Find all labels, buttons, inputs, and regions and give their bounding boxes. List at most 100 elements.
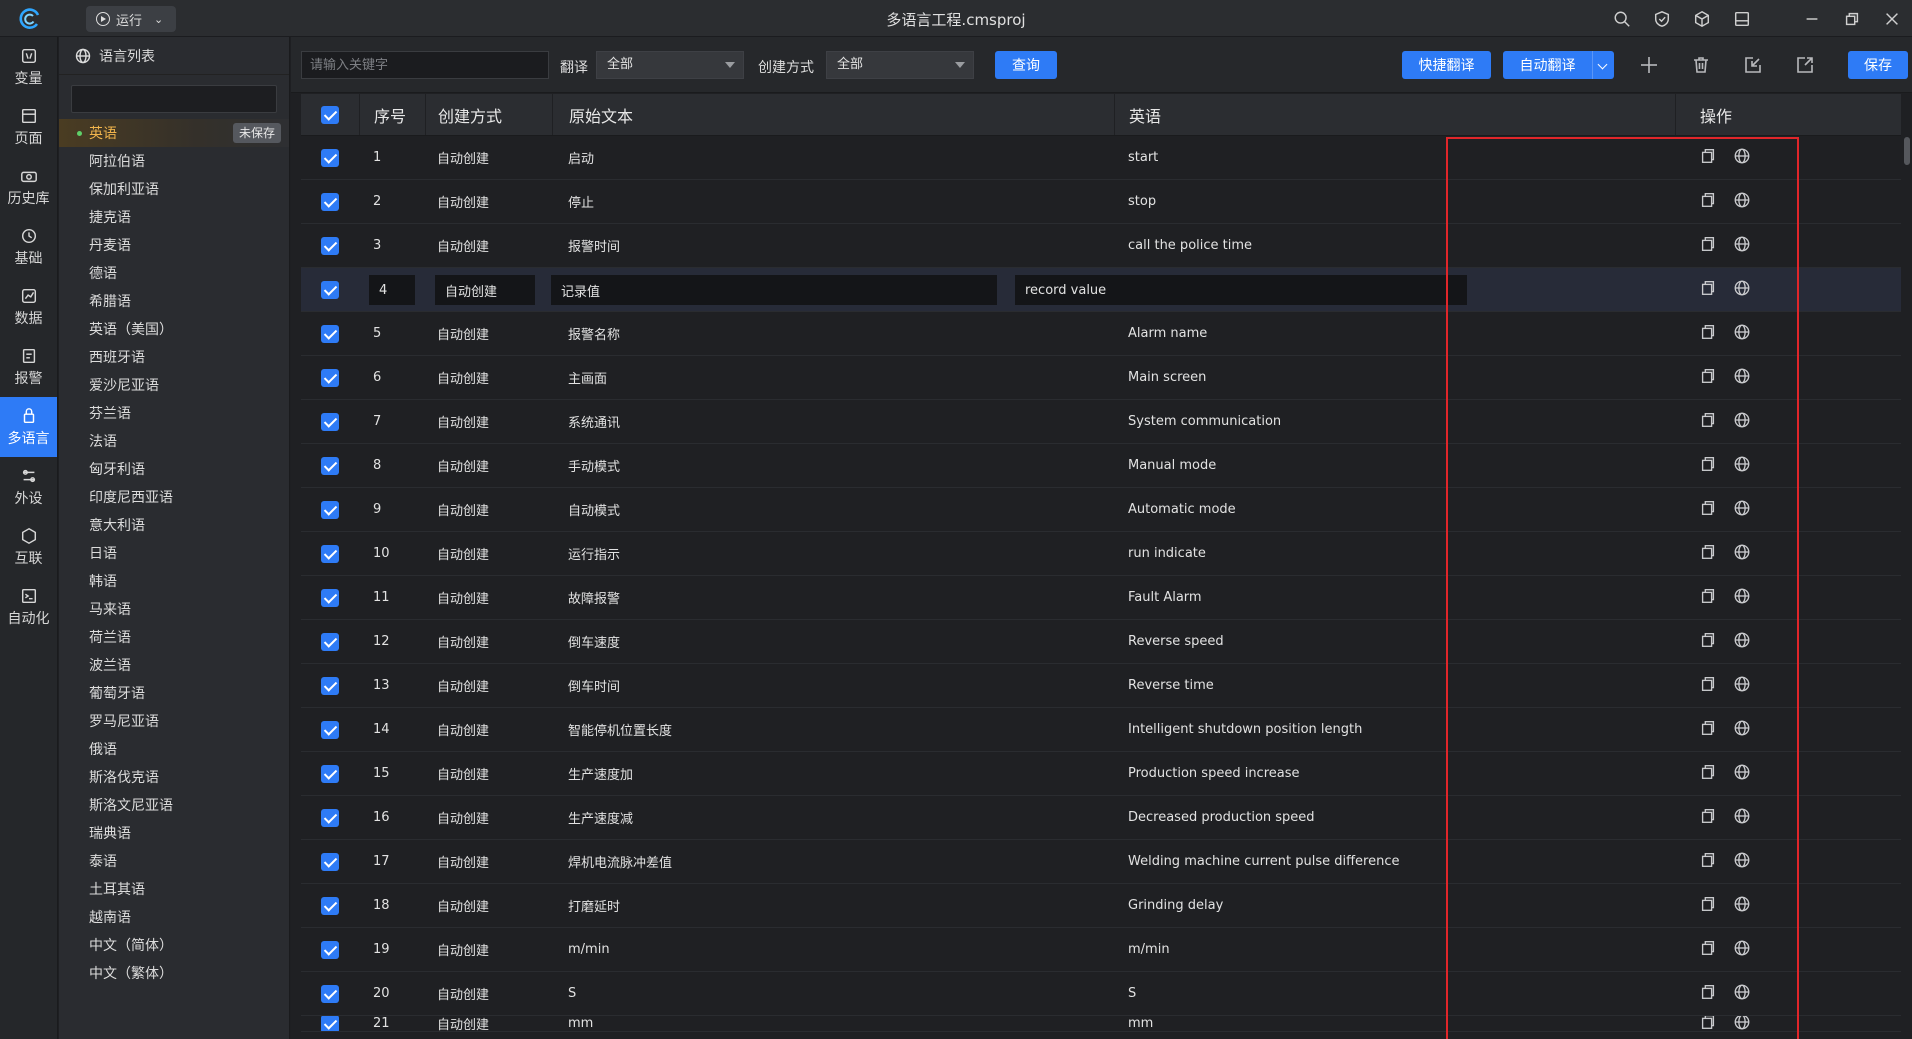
row-english-text[interactable]: Main screen	[1114, 356, 1675, 399]
header-source-text[interactable]: 原始文本	[552, 94, 1114, 135]
language-item[interactable]: 英语（美国）	[59, 315, 289, 343]
row-english-text[interactable]: Alarm name	[1114, 312, 1675, 355]
table-row[interactable]: 3 自动创建 报警时间 call the police time	[301, 224, 1901, 268]
globe-translate-icon[interactable]	[1733, 279, 1751, 301]
row-english-text[interactable]: Welding machine current pulse difference	[1114, 840, 1675, 883]
row-checkbox[interactable]	[301, 972, 359, 1015]
table-row[interactable]: 16 自动创建 生产速度减 Decreased production speed	[301, 796, 1901, 840]
language-item[interactable]: 保加利亚语	[59, 175, 289, 203]
rail-item-5[interactable]: 报警	[0, 337, 57, 397]
row-english-text[interactable]: m/min	[1114, 928, 1675, 971]
minimize-icon[interactable]	[1792, 0, 1832, 37]
row-checkbox[interactable]	[301, 444, 359, 487]
layout-icon[interactable]	[1722, 0, 1762, 37]
run-button[interactable]: 运行 ⌄	[86, 6, 176, 32]
language-item[interactable]: 爱沙尼亚语	[59, 371, 289, 399]
copy-icon[interactable]	[1699, 411, 1717, 433]
table-row[interactable]: 10 自动创建 运行指示 run indicate	[301, 532, 1901, 576]
table-row[interactable]: 20 自动创建 S S	[301, 972, 1901, 1016]
language-item[interactable]: 德语	[59, 259, 289, 287]
language-item[interactable]: 泰语	[59, 847, 289, 875]
row-checkbox[interactable]	[301, 796, 359, 839]
copy-icon[interactable]	[1699, 675, 1717, 697]
table-row[interactable]: 2 自动创建 停止 stop	[301, 180, 1901, 224]
row-source-text[interactable]: 主画面	[552, 356, 1114, 399]
language-item[interactable]: 土耳其语	[59, 875, 289, 903]
rail-item-2[interactable]: 历史库	[0, 157, 57, 217]
language-item[interactable]: 斯洛文尼亚语	[59, 791, 289, 819]
copy-icon[interactable]	[1699, 455, 1717, 477]
copy-icon[interactable]	[1699, 279, 1717, 301]
vertical-scrollbar[interactable]	[1904, 137, 1910, 165]
table-row[interactable]: 18 自动创建 打磨延时 Grinding delay	[301, 884, 1901, 928]
globe-translate-icon[interactable]	[1733, 631, 1751, 653]
row-checkbox[interactable]	[301, 576, 359, 619]
language-item[interactable]: 芬兰语	[59, 399, 289, 427]
language-item[interactable]: 希腊语	[59, 287, 289, 315]
language-item[interactable]: 印度尼西亚语	[59, 483, 289, 511]
auto-translate-button[interactable]: 自动翻译	[1503, 51, 1592, 79]
globe-translate-icon[interactable]	[1733, 147, 1751, 169]
copy-icon[interactable]	[1699, 631, 1717, 653]
language-item[interactable]: 英语 未保存	[59, 119, 289, 147]
rail-item-6[interactable]: 多语言	[0, 397, 57, 457]
language-item[interactable]: 瑞典语	[59, 819, 289, 847]
copy-icon[interactable]	[1699, 191, 1717, 213]
table-row[interactable]: 4 自动创建 记录值 record value	[301, 268, 1901, 312]
globe-translate-icon[interactable]	[1733, 455, 1751, 477]
globe-translate-icon[interactable]	[1733, 983, 1751, 1005]
row-source-text[interactable]: 启动	[552, 136, 1114, 179]
table-row[interactable]: 21 自动创建 mm mm	[301, 1016, 1901, 1032]
globe-translate-icon[interactable]	[1733, 851, 1751, 873]
shield-icon[interactable]	[1642, 0, 1682, 37]
row-checkbox[interactable]	[301, 928, 359, 971]
globe-translate-icon[interactable]	[1733, 675, 1751, 697]
table-row[interactable]: 6 自动创建 主画面 Main screen	[301, 356, 1901, 400]
row-checkbox[interactable]	[301, 312, 359, 355]
table-row[interactable]: 12 自动创建 倒车速度 Reverse speed	[301, 620, 1901, 664]
row-source-text[interactable]: 焊机电流脉冲差值	[552, 840, 1114, 883]
restore-icon[interactable]	[1832, 0, 1872, 37]
language-item[interactable]: 西班牙语	[59, 343, 289, 371]
row-checkbox[interactable]	[301, 532, 359, 575]
copy-icon[interactable]	[1699, 323, 1717, 345]
row-checkbox[interactable]	[301, 884, 359, 927]
language-item[interactable]: 丹麦语	[59, 231, 289, 259]
row-mode-field[interactable]: 自动创建	[435, 275, 535, 305]
language-item[interactable]: 日语	[59, 539, 289, 567]
globe-translate-icon[interactable]	[1733, 807, 1751, 829]
row-english-field[interactable]: record value	[1015, 275, 1467, 305]
language-item[interactable]: 法语	[59, 427, 289, 455]
rail-item-9[interactable]: 自动化	[0, 577, 57, 637]
language-item[interactable]: 韩语	[59, 567, 289, 595]
row-source-text[interactable]: 智能停机位置长度	[552, 708, 1114, 751]
copy-icon[interactable]	[1699, 543, 1717, 565]
table-row[interactable]: 19 自动创建 m/min m/min	[301, 928, 1901, 972]
globe-translate-icon[interactable]	[1733, 1016, 1751, 1031]
rail-item-0[interactable]: 变量	[0, 37, 57, 97]
copy-icon[interactable]	[1699, 147, 1717, 169]
row-source-text[interactable]: 生产速度减	[552, 796, 1114, 839]
globe-translate-icon[interactable]	[1733, 499, 1751, 521]
rail-item-4[interactable]: 数据	[0, 277, 57, 337]
copy-icon[interactable]	[1699, 499, 1717, 521]
export-icon[interactable]	[1792, 52, 1818, 78]
row-source-field[interactable]: 记录值	[551, 275, 997, 305]
row-checkbox[interactable]	[301, 620, 359, 663]
globe-translate-icon[interactable]	[1733, 367, 1751, 389]
row-checkbox[interactable]	[301, 400, 359, 443]
language-item[interactable]: 罗马尼亚语	[59, 707, 289, 735]
language-item[interactable]: 阿拉伯语	[59, 147, 289, 175]
create-mode-filter-select[interactable]: 全部	[826, 51, 974, 79]
delete-icon[interactable]	[1688, 52, 1714, 78]
header-no[interactable]: 序号	[359, 94, 425, 135]
row-english-text[interactable]: Automatic mode	[1114, 488, 1675, 531]
language-item[interactable]: 匈牙利语	[59, 455, 289, 483]
language-item[interactable]: 马来语	[59, 595, 289, 623]
table-row[interactable]: 7 自动创建 系统通讯 System communication	[301, 400, 1901, 444]
row-english-text[interactable]: start	[1114, 136, 1675, 179]
row-checkbox[interactable]	[301, 268, 359, 311]
row-source-text[interactable]: 运行指示	[552, 532, 1114, 575]
row-source-text[interactable]: 倒车时间	[552, 664, 1114, 707]
copy-icon[interactable]	[1699, 895, 1717, 917]
